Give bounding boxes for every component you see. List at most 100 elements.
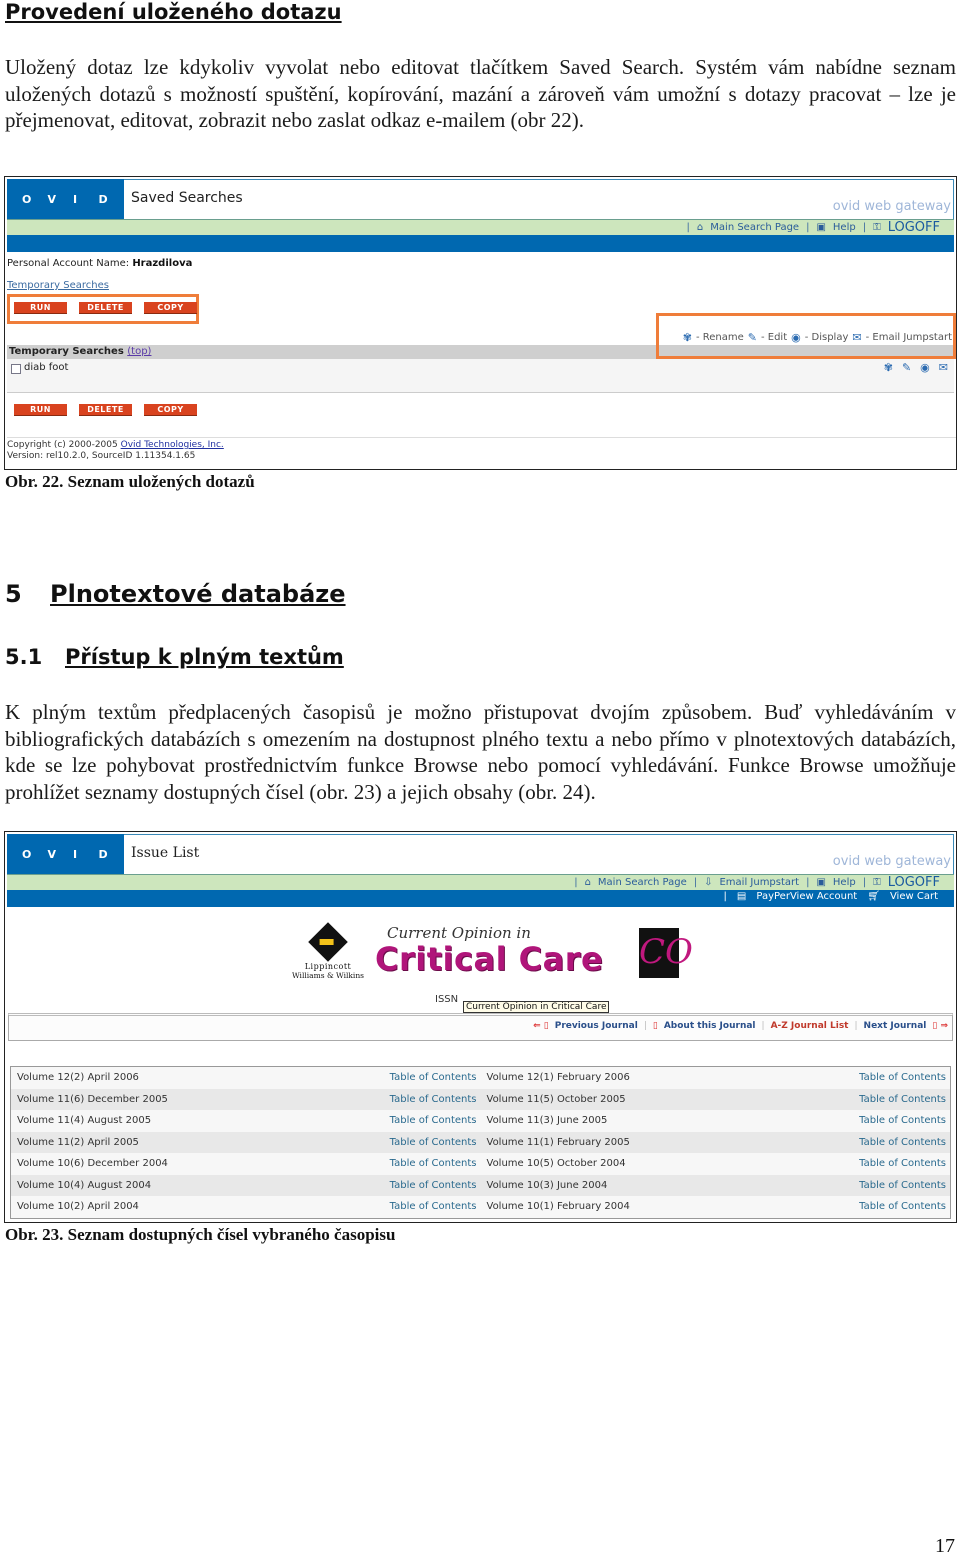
issue-cell: Volume 12(2) April 2006 Table of Contents — [11, 1067, 481, 1089]
copy-button[interactable]: COPY — [144, 302, 197, 314]
issue-cell: Volume 10(5) October 2004 Table of Conten… — [481, 1153, 951, 1175]
table-of-contents-link[interactable]: Table of Contents — [859, 1115, 946, 1126]
figure-issue-list: O V I D Issue List ovid web gateway | ⌂ … — [4, 831, 957, 1223]
arrow-right-icon: ▯ ⇒ — [932, 1021, 948, 1031]
main-search-page-link[interactable]: Main Search Page — [598, 877, 687, 888]
issue-label: Volume 12(2) April 2006 — [17, 1072, 139, 1084]
help-icon: ▣ — [816, 877, 826, 888]
payperview-account-link[interactable]: PayPerView Account — [756, 891, 857, 902]
table-of-contents-link[interactable]: Table of Contents — [859, 1158, 946, 1169]
paragraph-intro: Uložený dotaz lze kdykoliv vyvolat nebo … — [5, 55, 956, 133]
saved-search-row: diab foot ✾ ✎ ◉ ✉ — [7, 359, 954, 393]
issue-cell: Volume 12(1) February 2006 Table of Conte… — [481, 1067, 951, 1089]
issue-label: Volume 10(5) October 2004 — [486, 1158, 626, 1170]
journal-title-line2: Critical Care — [375, 940, 604, 978]
table-of-contents-link[interactable]: Table of Contents — [859, 1201, 946, 1212]
table-of-contents-link[interactable]: Table of Contents — [859, 1072, 946, 1083]
table-of-contents-link[interactable]: Table of Contents — [390, 1180, 477, 1191]
table-of-contents-link[interactable]: Table of Contents — [859, 1180, 946, 1191]
display-eye-icon: ◉ — [791, 331, 801, 344]
journal-banner: Lippincott Williams & Wilkins Current Op… — [275, 922, 695, 994]
issue-cell: Volume 10(4) August 2004 Table of Content… — [11, 1175, 481, 1197]
table-of-contents-link[interactable]: Table of Contents — [859, 1094, 946, 1105]
edit-pencil-icon[interactable]: ✎ — [902, 361, 911, 374]
run-button[interactable]: RUN — [14, 302, 67, 314]
temporary-searches-link[interactable]: Temporary Searches — [7, 280, 109, 291]
issue-label: Volume 10(6) December 2004 — [17, 1158, 168, 1170]
ovid-technologies-link[interactable]: Ovid Technologies, Inc. — [121, 440, 224, 450]
icon-legend: ✾ - Rename ✎ - Edit ◉ - Display ✉ - Emai… — [682, 331, 952, 344]
top-link[interactable]: (top) — [127, 346, 151, 357]
subchapter-heading: 5.1 Přístup k plným textům — [5, 645, 344, 669]
top-links: | ⌂ Main Search Page | ▣ Help | ⚿ LOGOFF — [686, 220, 940, 235]
action-buttons-bottom: RUN DELETE COPY — [14, 404, 197, 416]
arrow-left-icon: ⇐ ▯ — [533, 1021, 549, 1031]
next-journal-link[interactable]: Next Journal — [864, 1021, 927, 1031]
help-link[interactable]: Help — [833, 877, 856, 888]
previous-journal-link[interactable]: Previous Journal — [555, 1021, 638, 1031]
issue-label: Volume 12(1) February 2006 — [486, 1072, 630, 1084]
issn-label: ISSN — [435, 994, 459, 1005]
email-jumpstart-link[interactable]: Email Jumpstart — [719, 877, 799, 888]
issue-label: Volume 10(4) August 2004 — [17, 1179, 152, 1191]
email-jumpstart-icon: ✉ — [852, 331, 862, 344]
issue-label: Volume 10(3) June 2004 — [486, 1179, 608, 1191]
delete-button[interactable]: DELETE — [79, 302, 132, 314]
table-of-contents-link[interactable]: Table of Contents — [390, 1158, 477, 1169]
issue-row: Volume 11(6) December 2005 Table of Conte… — [11, 1088, 951, 1111]
gateway-label: ovid web gateway — [832, 199, 951, 214]
delete-button[interactable]: DELETE — [79, 404, 132, 416]
issue-label: Volume 10(2) April 2004 — [17, 1201, 139, 1213]
table-of-contents-link[interactable]: Table of Contents — [859, 1137, 946, 1148]
table-of-contents-link[interactable]: Table of Contents — [390, 1094, 477, 1105]
logoff-icon: ⚿ — [873, 222, 881, 233]
issue-label: Volume 11(5) October 2005 — [486, 1093, 626, 1105]
saved-search-checkbox[interactable] — [11, 364, 21, 374]
about-journal-link[interactable]: About this Journal — [664, 1021, 756, 1031]
view-cart-link[interactable]: View Cart — [890, 891, 938, 902]
journal-nav: ⇐ ▯ Previous Journal | ▯ About this Jour… — [8, 1013, 953, 1041]
version-text: Version: rel10.2.0, SourceID 1.11354.1.6… — [7, 451, 196, 461]
payperview-icon: ▤ — [736, 891, 747, 902]
top-links: | ⌂ Main Search Page | ⇩ Email Jumpstart… — [574, 875, 940, 890]
cart-icon: 🛒︎ — [867, 891, 880, 902]
table-of-contents-link[interactable]: Table of Contents — [390, 1201, 477, 1212]
issue-cell: Volume 11(5) October 2005 Table of Conten… — [481, 1089, 951, 1111]
table-of-contents-link[interactable]: Table of Contents — [390, 1137, 477, 1148]
issue-row: Volume 10(2) April 2004 Table of Contents… — [11, 1196, 950, 1218]
issue-cell: Volume 11(1) February 2005 Table of Conte… — [481, 1132, 951, 1154]
email-jumpstart-icon[interactable]: ✉ — [939, 361, 948, 374]
issue-table: Volume 12(2) April 2006 Table of Contents… — [10, 1066, 951, 1219]
rename-icon: ✾ — [682, 331, 692, 344]
issue-row: Volume 10(6) December 2004 Table of Conte… — [11, 1153, 950, 1175]
issue-row: Volume 12(2) April 2006 Table of Contents… — [11, 1067, 950, 1089]
help-link[interactable]: Help — [833, 222, 856, 233]
logoff-link[interactable]: LOGOFF — [888, 220, 940, 235]
az-journal-list-link[interactable]: A-Z Journal List — [771, 1021, 849, 1031]
edit-pencil-icon: ✎ — [747, 331, 757, 344]
help-icon: ▣ — [816, 222, 826, 233]
table-of-contents-link[interactable]: Table of Contents — [390, 1072, 477, 1083]
section-heading: Provedení uloženého dotazu — [5, 0, 342, 24]
home-icon: ⌂ — [584, 877, 591, 888]
logoff-link[interactable]: LOGOFF — [888, 875, 940, 890]
display-eye-icon[interactable]: ◉ — [920, 361, 930, 374]
email-icon: ⇩ — [704, 877, 713, 888]
issue-cell: Volume 10(3) June 2004 Table of Contents — [481, 1175, 951, 1197]
issue-cell: Volume 11(6) December 2005 Table of Conte… — [11, 1089, 481, 1111]
home-icon: ⌂ — [696, 222, 704, 233]
page-title: Saved Searches — [131, 190, 243, 206]
rename-icon[interactable]: ✾ — [884, 361, 893, 374]
main-search-page-link[interactable]: Main Search Page — [710, 222, 799, 233]
lww-logo-icon — [308, 922, 348, 962]
table-of-contents-link[interactable]: Table of Contents — [390, 1115, 477, 1126]
paragraph-fulltext: K plným textům předplacených časopisů je… — [5, 700, 956, 804]
run-button[interactable]: RUN — [14, 404, 67, 416]
copy-button[interactable]: COPY — [144, 404, 197, 416]
account-links: | ▤ PayPerView Account 🛒︎ View Cart — [723, 891, 938, 902]
issue-row: Volume 10(4) August 2004 Table of Content… — [11, 1174, 951, 1197]
account-name: Hrazdilova — [132, 258, 193, 269]
issue-cell: Volume 11(3) June 2005 Table of Contents — [481, 1110, 951, 1132]
about-journal-icon: ▯ — [652, 1021, 658, 1031]
issue-cell: Volume 11(2) April 2005 Table of Contents — [11, 1132, 481, 1154]
